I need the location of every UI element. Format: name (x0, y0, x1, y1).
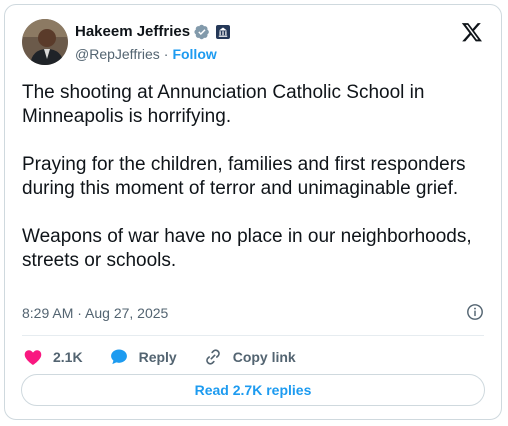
author-name[interactable]: Hakeem Jeffries (75, 23, 190, 40)
handle-row: @RepJeffries · Follow (75, 46, 217, 62)
link-icon (205, 349, 220, 365)
like-count: 2.1K (53, 349, 83, 365)
reply-bubble-icon (110, 349, 127, 365)
reply-label: Reply (138, 349, 177, 365)
divider (22, 335, 484, 336)
author-name-row: Hakeem Jeffries (75, 23, 231, 40)
heart-icon (24, 350, 42, 365)
verified-badge-icon (194, 24, 209, 39)
tweet-timestamp[interactable]: 8:29 AM · Aug 27, 2025 (22, 305, 168, 321)
follow-button[interactable]: Follow (172, 46, 216, 62)
tweet-card: Hakeem Jeffries @RepJeffries · Follow Th… (4, 4, 502, 420)
government-badge-icon (216, 24, 231, 39)
copy-link-button[interactable]: Copy link (203, 347, 296, 367)
separator-dot: · (163, 46, 169, 62)
author-handle[interactable]: @RepJeffries (75, 46, 160, 62)
like-button[interactable]: 2.1K (23, 347, 83, 367)
info-icon[interactable] (466, 303, 484, 321)
copy-link-label: Copy link (232, 349, 296, 365)
avatar[interactable] (22, 19, 68, 65)
x-logo-icon[interactable] (461, 21, 483, 43)
read-replies-button[interactable]: Read 2.7K replies (21, 374, 485, 406)
reply-button[interactable]: Reply (109, 347, 177, 367)
tweet-actions: 2.1K Reply Copy link (23, 347, 322, 367)
tweet-text: The shooting at Annunciation Catholic Sc… (22, 82, 472, 271)
